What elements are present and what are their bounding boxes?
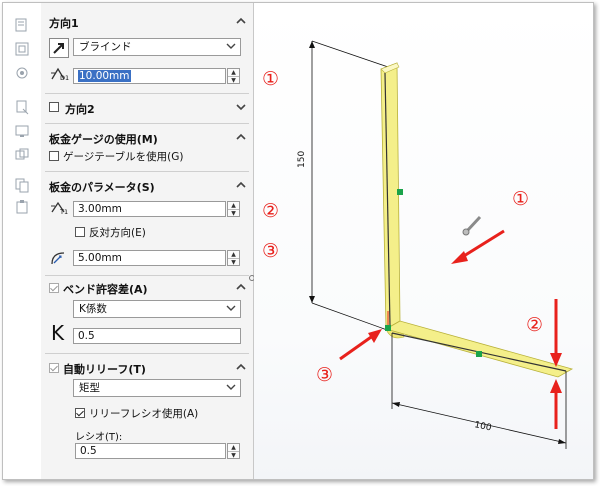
thickness-icon-label: T1 [60, 208, 69, 216]
chevron-up-icon[interactable] [235, 179, 247, 191]
end-condition-value: ブラインド [79, 41, 132, 53]
k-factor-symbol: K [51, 321, 65, 345]
dim-height-text: 150 [297, 151, 307, 168]
direction2-title: 方向2 [65, 103, 95, 116]
paste-icon[interactable] [14, 199, 30, 215]
chevron-down-icon [226, 382, 236, 396]
display-manager-icon[interactable] [14, 123, 30, 139]
reverse-label: 反対方向(E) [89, 227, 146, 239]
thickness-icon: T1 [49, 199, 69, 219]
ratio-label: レシオ(T): [75, 432, 123, 443]
horizontal-flange-handle [476, 351, 482, 357]
bend-radius-value: 5.00mm [78, 252, 122, 264]
divider [45, 353, 249, 354]
gauge-table-checkbox[interactable] [49, 151, 59, 161]
direction2-header[interactable]: 方向2 [41, 99, 253, 117]
divider [45, 93, 249, 94]
ratio-input[interactable]: 0.5 [75, 443, 226, 459]
params-title: 板金のパラメータ(S) [49, 181, 155, 194]
callout-1-panel: ① [262, 68, 280, 90]
part-drawing: 150 100 [297, 40, 574, 449]
end-condition-select[interactable]: ブラインド [73, 38, 241, 56]
ratio-spinner[interactable]: ▲ ▼ [227, 443, 240, 459]
feature-toolstrip [3, 3, 42, 479]
bend-allowance-header[interactable]: ベンド許容差(A) [41, 279, 253, 297]
callout-1-viewport: ① [512, 188, 530, 210]
relief-ratio-label: リリーフレシオ使用(A) [89, 408, 199, 420]
ratio-value: 0.5 [80, 445, 97, 457]
appearance-icon[interactable] [14, 147, 30, 163]
relief-title: 自動リリーフ(T) [63, 363, 146, 376]
bend-allowance-type-select[interactable]: K係数 [73, 300, 241, 318]
bend-radius-spinner[interactable]: ▲ ▼ [227, 250, 240, 266]
thickness-input[interactable]: 3.00mm [73, 201, 226, 217]
callout-arrow-3 [339, 329, 382, 361]
bend-allowance-type-value: K係数 [79, 303, 107, 315]
callout-3-viewport: ③ [316, 364, 334, 386]
thickness-spinner[interactable]: ▲ ▼ [227, 201, 240, 217]
chevron-down-icon [226, 303, 236, 317]
relief-checkbox [49, 363, 59, 373]
gauge-table-label: ゲージテーブルを使用(G) [63, 151, 184, 163]
relief-ratio-checkbox[interactable] [75, 408, 85, 418]
direction1-header[interactable]: 方向1 [41, 13, 253, 31]
bend-handle [385, 325, 391, 331]
thickness-value: 3.00mm [78, 203, 122, 215]
callout-3-panel: ③ [262, 240, 280, 262]
callout-2-viewport: ② [526, 314, 544, 336]
gauge-title: 板金ゲージの使用(M) [49, 133, 158, 146]
property-manager-panel: 方向1 ブラインド D1 10.00mm ▲▼ 方向2 板金ゲージの使用(M) [41, 3, 254, 479]
dimxpert-icon[interactable] [14, 99, 30, 115]
callout-arrow-2-bottom [550, 379, 562, 429]
depth-icon: D1 [49, 65, 69, 85]
horizontal-flange [384, 320, 574, 378]
dim-width-text: 100 [473, 420, 492, 433]
gauge-header[interactable]: 板金ゲージの使用(M) [41, 129, 253, 147]
relief-type-value: 矩型 [79, 382, 100, 394]
depth-icon-label: D1 [60, 74, 70, 82]
params-header[interactable]: 板金のパラメータ(S) [41, 177, 253, 195]
pin-icon [462, 215, 482, 236]
chevron-up-icon[interactable] [235, 131, 247, 143]
divider [45, 171, 249, 172]
chevron-up-icon[interactable] [235, 281, 247, 293]
divider [45, 123, 249, 124]
vertical-flange-handle [397, 189, 403, 195]
depth-spinner[interactable]: ▲ ▼ [227, 68, 240, 84]
direction2-checkbox[interactable] [49, 102, 59, 112]
reverse-checkbox[interactable] [75, 227, 85, 237]
callout-arrow-2-top [550, 299, 562, 367]
vertical-flange [380, 62, 401, 330]
copy-icon[interactable] [14, 177, 30, 193]
bend-allowance-title: ベンド許容差(A) [63, 283, 148, 296]
configuration-icon[interactable] [14, 65, 30, 81]
chevron-down-icon [226, 41, 236, 55]
callout-2-panel: ② [262, 200, 280, 222]
chevron-down-icon[interactable] [235, 101, 247, 113]
divider [45, 275, 249, 276]
chevron-up-icon[interactable] [235, 15, 247, 27]
callout-arrow-1 [451, 229, 505, 264]
app-frame: 方向1 ブラインド D1 10.00mm ▲▼ 方向2 板金ゲージの使用(M) [2, 2, 594, 480]
relief-header[interactable]: 自動リリーフ(T) [41, 359, 253, 377]
k-factor-value: 0.5 [78, 330, 95, 342]
graphics-viewport[interactable]: 150 100 ① ② ③ ① ② ③ [254, 3, 593, 479]
property-manager-icon[interactable] [14, 41, 30, 57]
k-factor-input[interactable]: 0.5 [73, 328, 241, 344]
bend-radius-input[interactable]: 5.00mm [73, 250, 226, 266]
depth-value: 10.00mm [78, 70, 131, 82]
bend-radius-icon [49, 248, 69, 268]
relief-type-select[interactable]: 矩型 [73, 379, 241, 397]
feature-tree-icon[interactable] [14, 17, 30, 33]
reverse-direction-icon[interactable] [49, 38, 69, 58]
bend-allowance-checkbox [49, 283, 59, 293]
depth-input[interactable]: 10.00mm [73, 68, 226, 84]
chevron-up-icon[interactable] [235, 361, 247, 373]
direction1-title: 方向1 [49, 17, 79, 30]
